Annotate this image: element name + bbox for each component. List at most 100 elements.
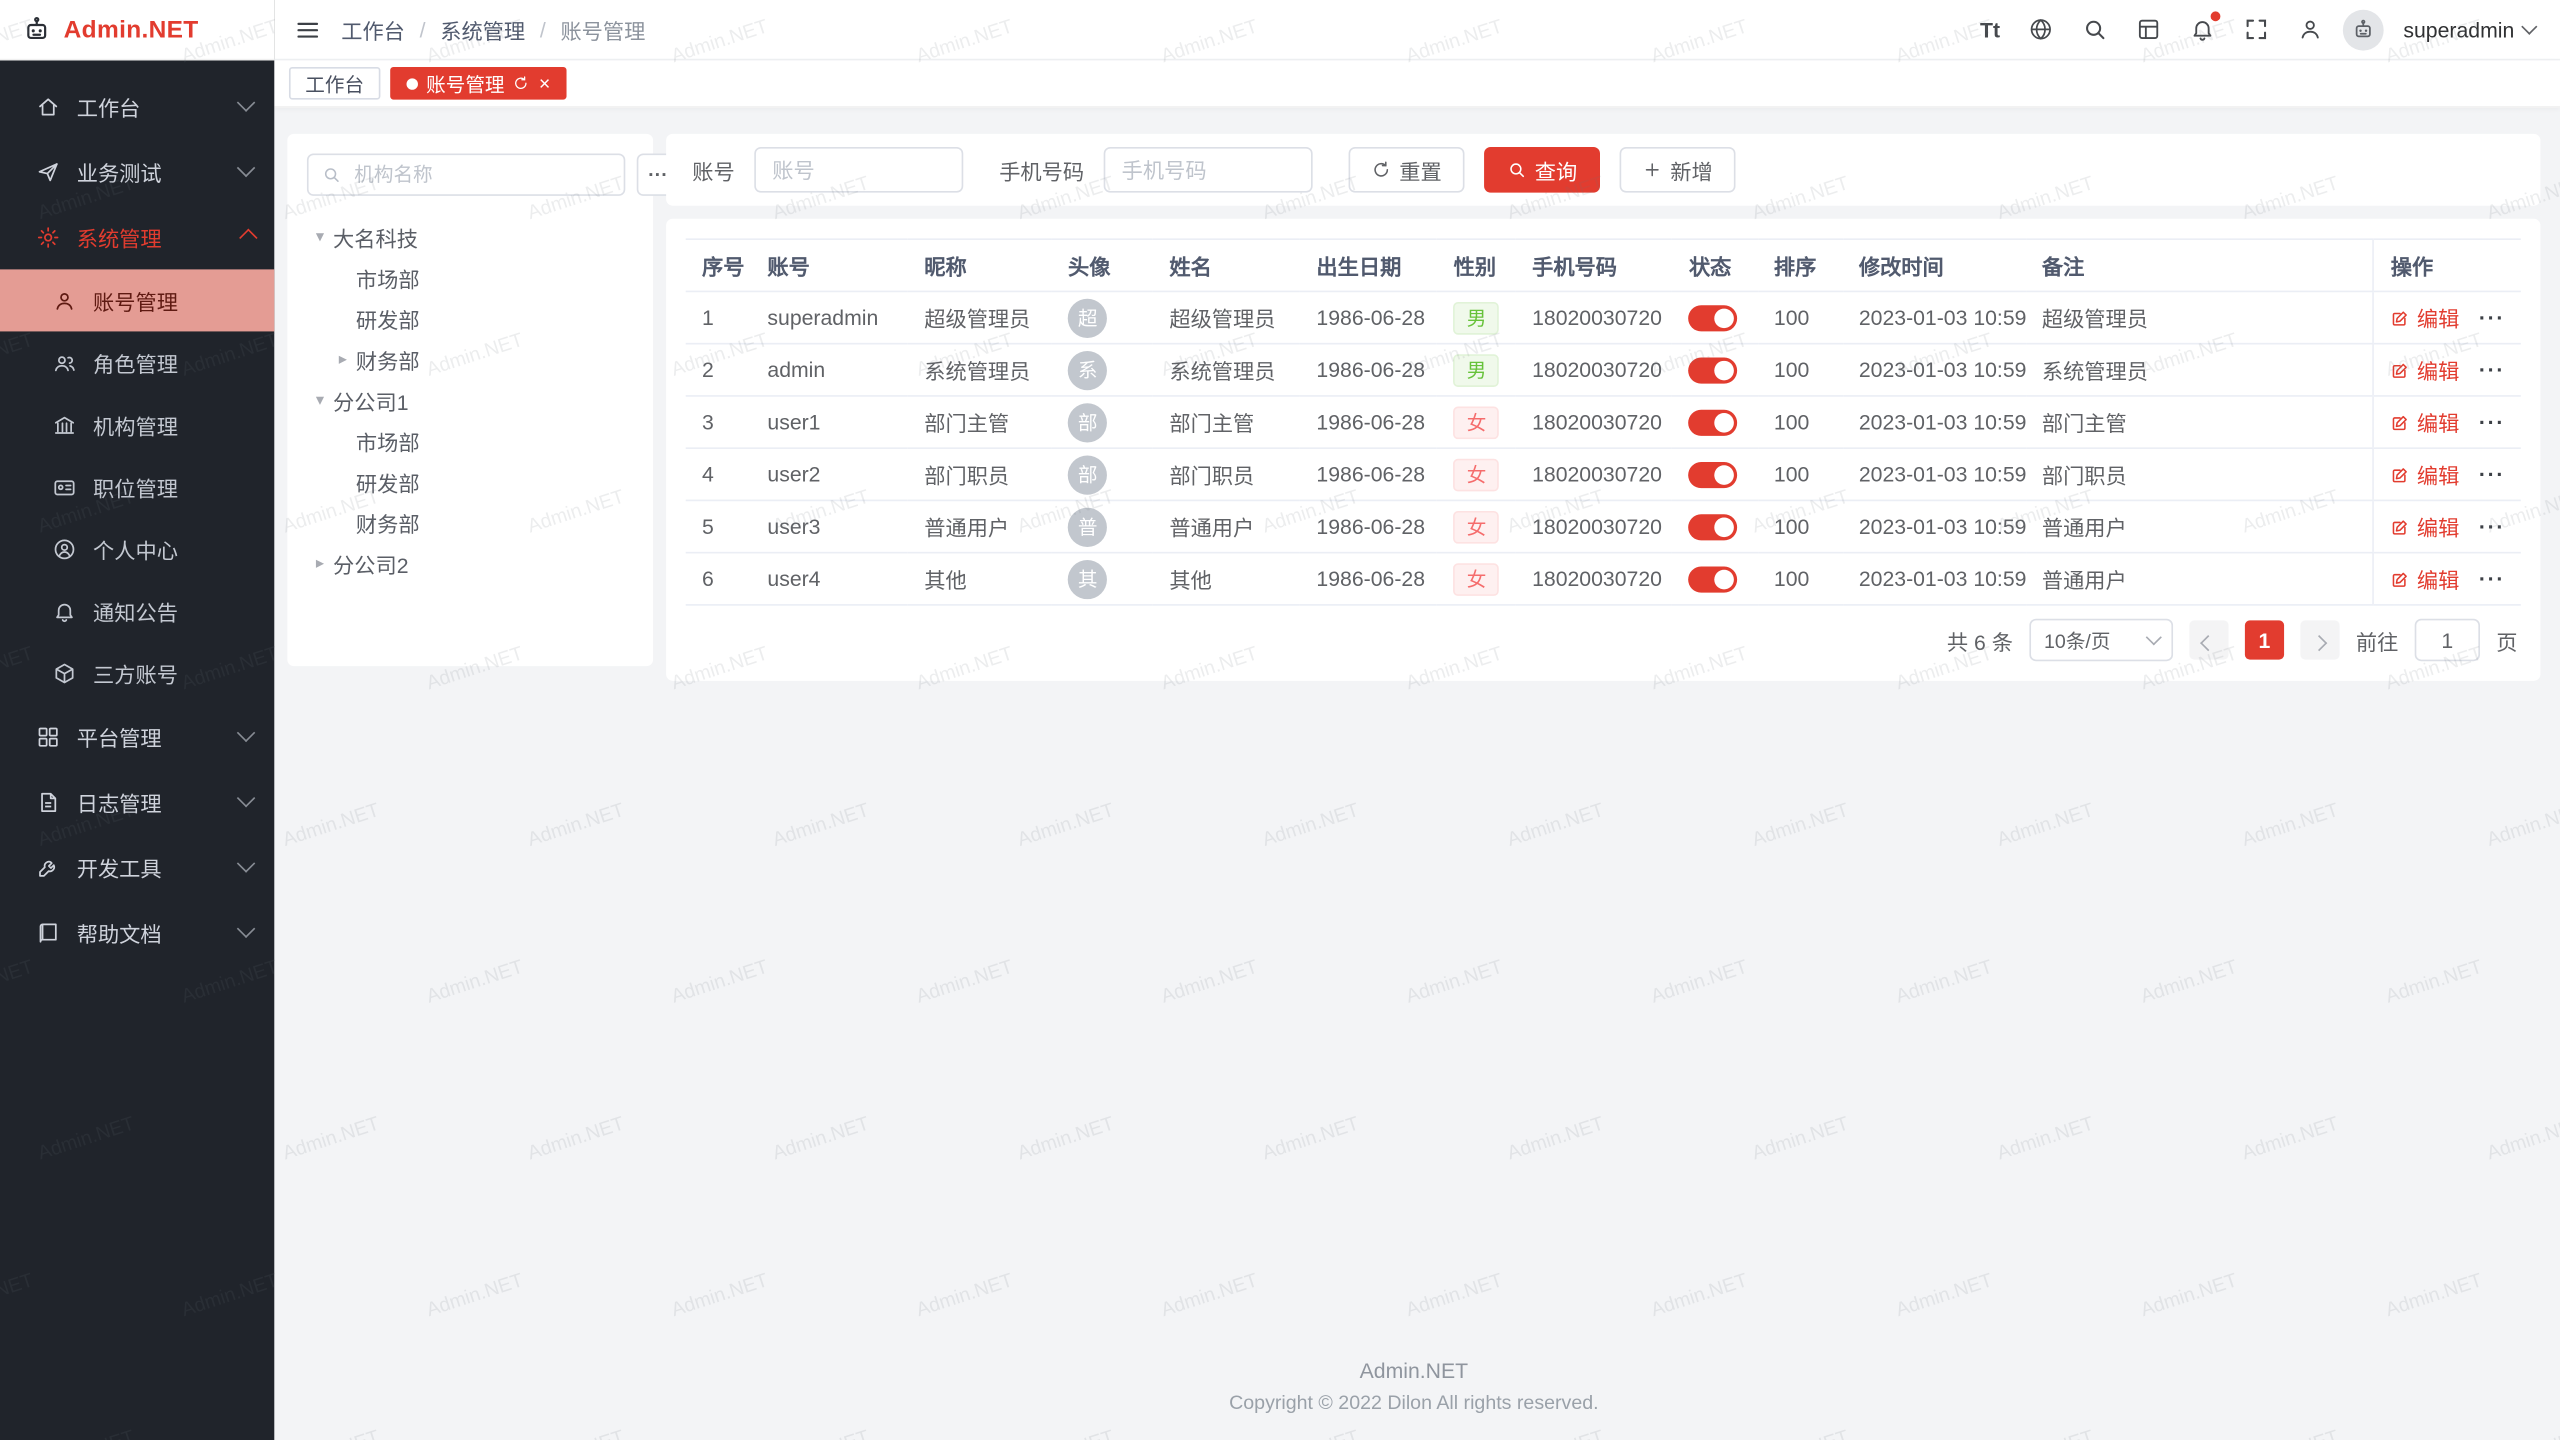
- table-row: 6 user4 其他 其 其他 1986-06-28 女 18020030720…: [686, 553, 2521, 605]
- sidebar-item[interactable]: 业务测试: [0, 139, 274, 204]
- tree-node[interactable]: 财务部: [307, 503, 634, 544]
- tree-node[interactable]: 研发部: [307, 462, 634, 503]
- search-icon[interactable]: [2082, 16, 2108, 42]
- status-toggle[interactable]: [1689, 305, 1738, 331]
- more-actions-button[interactable]: ···: [2479, 567, 2505, 591]
- more-actions-button[interactable]: ···: [2479, 514, 2505, 538]
- cell-order: 100: [1758, 396, 1843, 448]
- cell-index: 1: [686, 291, 751, 343]
- cell-phone: 18020030720: [1516, 553, 1673, 605]
- tree-caret-open-icon[interactable]: ▾: [307, 392, 333, 410]
- tree-node[interactable]: ▸ 财务部: [307, 340, 634, 381]
- table-header-row: 序号账号昵称头像姓名出生日期性别手机号码状态排序修改时间备注操作: [686, 239, 2521, 291]
- goto-page-input[interactable]: [2415, 619, 2480, 661]
- cell-order: 100: [1758, 344, 1843, 396]
- tree-node[interactable]: 市场部: [307, 421, 634, 462]
- chevron-left-icon: [2201, 634, 2217, 650]
- column-header: 账号: [751, 239, 908, 291]
- edit-button[interactable]: 编辑: [2391, 407, 2460, 438]
- status-toggle[interactable]: [1689, 409, 1738, 435]
- notification-badge: [2211, 11, 2221, 21]
- column-header: 性别: [1437, 239, 1515, 291]
- cell-index: 3: [686, 396, 751, 448]
- layout-icon[interactable]: [2136, 16, 2162, 42]
- tab-label: 工作台: [305, 69, 364, 97]
- edit-button[interactable]: 编辑: [2391, 302, 2460, 333]
- cell-name: 超级管理员: [1153, 291, 1300, 343]
- sidebar-item[interactable]: 日志管理: [0, 769, 274, 834]
- tree-node[interactable]: ▸ 分公司2: [307, 544, 634, 585]
- prev-page-button[interactable]: [2189, 620, 2228, 659]
- edit-label: 编辑: [2417, 407, 2459, 438]
- cell-index: 6: [686, 553, 751, 605]
- grid-icon: [36, 724, 60, 748]
- status-toggle[interactable]: [1689, 514, 1738, 540]
- user-menu[interactable]: superadmin: [2403, 17, 2534, 41]
- edit-button[interactable]: 编辑: [2391, 354, 2460, 385]
- more-actions-button[interactable]: ···: [2479, 410, 2505, 434]
- reset-button[interactable]: 重置: [1349, 147, 1465, 193]
- phone-input[interactable]: [1104, 147, 1313, 193]
- sidebar-item[interactable]: 开发工具: [0, 834, 274, 899]
- menu-collapse-icon[interactable]: [294, 16, 322, 44]
- tree-node[interactable]: 市场部: [307, 258, 634, 299]
- font-size-icon[interactable]: Tt: [1980, 17, 2000, 41]
- edit-button[interactable]: 编辑: [2391, 563, 2460, 594]
- tree-node[interactable]: 研发部: [307, 299, 634, 340]
- breadcrumb-item[interactable]: 系统管理: [440, 14, 525, 45]
- cell-nickname: 其他: [908, 553, 1052, 605]
- tab-active[interactable]: 账号管理 ×: [390, 67, 566, 100]
- footer: Admin.NET Copyright © 2022 Dilon All rig…: [287, 1349, 2540, 1427]
- notification-icon-wrap[interactable]: [2189, 16, 2215, 42]
- table-row: 3 user1 部门主管 部 部门主管 1986-06-28 女 1802003…: [686, 396, 2521, 448]
- tree-node[interactable]: ▾ 分公司1: [307, 380, 634, 421]
- tree-caret-open-icon[interactable]: ▾: [307, 229, 333, 247]
- next-page-button[interactable]: [2300, 620, 2339, 659]
- sidebar-subitem[interactable]: 角色管理: [0, 331, 274, 393]
- tree-node[interactable]: ▾ 大名科技: [307, 217, 634, 258]
- cell-modified: 2023-01-03 10:59:44: [1843, 553, 2026, 605]
- sidebar-subitem[interactable]: 三方账号: [0, 642, 274, 704]
- status-toggle[interactable]: [1689, 462, 1738, 488]
- cell-remark: 系统管理员: [2026, 344, 2374, 396]
- add-button[interactable]: 新增: [1620, 147, 1736, 193]
- cell-modified: 2023-01-03 10:59:44: [1843, 396, 2026, 448]
- globe-icon[interactable]: [2028, 16, 2054, 42]
- cell-name: 其他: [1153, 553, 1300, 605]
- sidebar-item-label: 开发工具: [77, 851, 222, 882]
- cell-order: 100: [1758, 553, 1843, 605]
- sidebar-subitem[interactable]: 账号管理: [0, 269, 274, 331]
- cell-avatar: 系: [1052, 344, 1153, 396]
- breadcrumb-item[interactable]: 账号管理: [560, 14, 645, 45]
- tree-caret-closed-icon[interactable]: ▸: [330, 351, 356, 369]
- account-input[interactable]: [754, 147, 963, 193]
- breadcrumb-item[interactable]: 工作台: [341, 14, 405, 45]
- status-toggle[interactable]: [1689, 357, 1738, 383]
- sidebar-subitem[interactable]: 机构管理: [0, 393, 274, 455]
- more-actions-button[interactable]: ···: [2479, 305, 2505, 329]
- tab[interactable]: 工作台: [289, 67, 380, 100]
- tree-caret-closed-icon[interactable]: ▸: [307, 555, 333, 573]
- sidebar-subitem[interactable]: 个人中心: [0, 518, 274, 580]
- goto-suffix: 页: [2496, 624, 2517, 655]
- sidebar-item[interactable]: 平台管理: [0, 704, 274, 769]
- sidebar-item[interactable]: 系统管理: [0, 204, 274, 269]
- tab-close-icon[interactable]: ×: [539, 73, 550, 93]
- sidebar-item[interactable]: 帮助文档: [0, 900, 274, 965]
- sidebar-item[interactable]: 工作台: [0, 73, 274, 138]
- search-button[interactable]: 查询: [1484, 147, 1600, 193]
- sidebar-subitem[interactable]: 职位管理: [0, 456, 274, 518]
- sidebar-subitem[interactable]: 通知公告: [0, 580, 274, 642]
- edit-icon: [2391, 308, 2411, 328]
- fullscreen-icon[interactable]: [2243, 16, 2269, 42]
- org-search-input[interactable]: [351, 162, 611, 188]
- avatar[interactable]: [2343, 9, 2384, 50]
- edit-button[interactable]: 编辑: [2391, 511, 2460, 542]
- edit-button[interactable]: 编辑: [2391, 459, 2460, 490]
- page-size-select[interactable]: 10条/页: [2029, 619, 2173, 661]
- more-actions-button[interactable]: ···: [2479, 462, 2505, 486]
- profile-icon[interactable]: [2297, 16, 2323, 42]
- status-toggle[interactable]: [1689, 566, 1738, 592]
- page-1-button[interactable]: 1: [2245, 620, 2284, 659]
- more-actions-button[interactable]: ···: [2479, 358, 2505, 382]
